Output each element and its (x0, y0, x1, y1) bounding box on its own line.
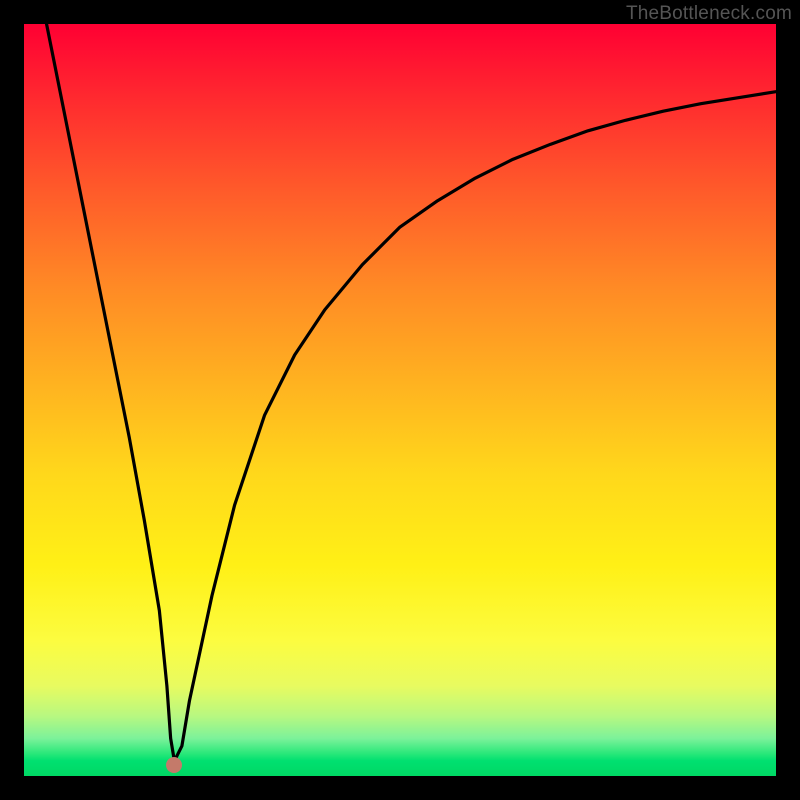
bottleneck-curve-path (47, 24, 776, 761)
plot-area (24, 24, 776, 776)
watermark-text: TheBottleneck.com (626, 3, 792, 25)
optimal-point-marker (166, 757, 182, 773)
curve-svg (24, 24, 776, 776)
bottleneck-chart: TheBottleneck.com (0, 0, 800, 800)
